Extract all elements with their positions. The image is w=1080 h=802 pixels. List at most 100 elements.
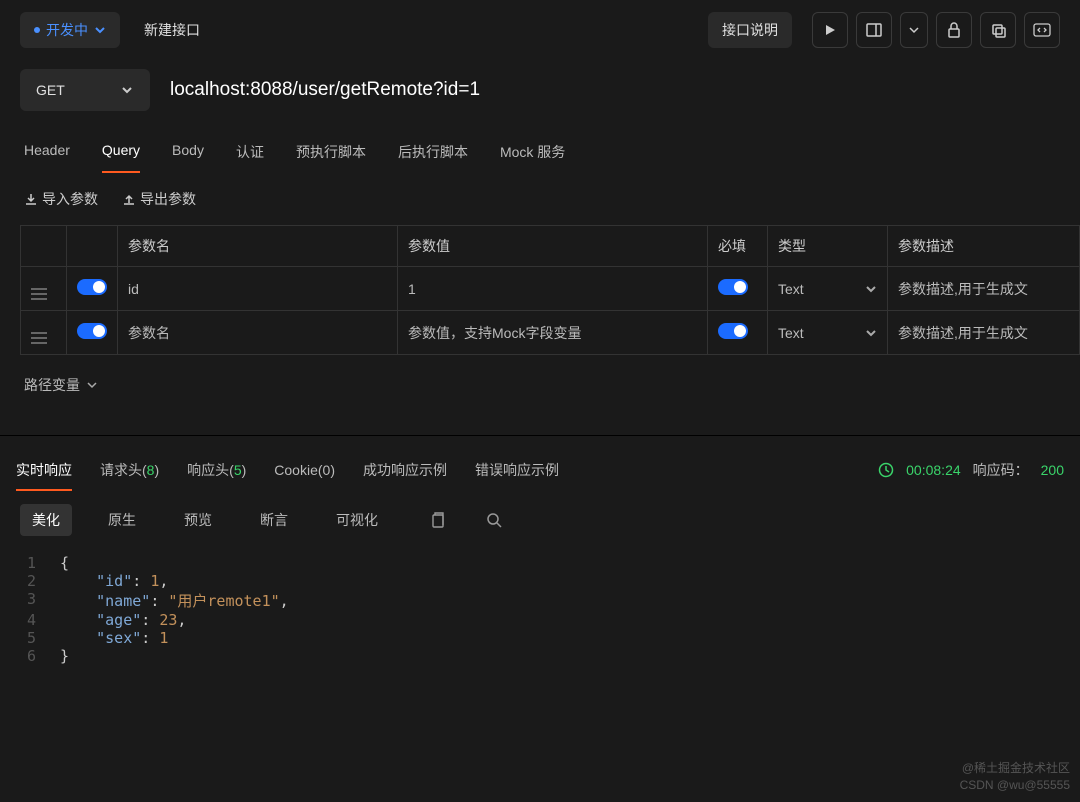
tab-pre-script[interactable]: 预执行脚本 <box>296 132 366 172</box>
vtab-assert[interactable]: 断言 <box>248 504 300 536</box>
tab-header[interactable]: Header <box>24 132 70 172</box>
chevron-down-icon <box>86 379 98 391</box>
layout-icon <box>866 23 882 37</box>
enable-toggle[interactable] <box>77 279 107 295</box>
param-name-cell[interactable]: 参数名 <box>118 311 398 355</box>
lock-button[interactable] <box>936 12 972 48</box>
top-bar: 开发中 新建接口 接口说明 <box>0 0 1080 60</box>
required-toggle[interactable] <box>718 323 748 339</box>
rtab-cookie[interactable]: Cookie(0) <box>274 452 335 488</box>
request-tabs: Header Query Body 认证 预执行脚本 后执行脚本 Mock 服务 <box>0 120 1080 173</box>
required-toggle[interactable] <box>718 279 748 295</box>
header-type: 类型 <box>768 226 888 267</box>
type-value: Text <box>778 325 804 341</box>
code-button[interactable] <box>1024 12 1060 48</box>
toolbar-icons <box>802 12 1060 48</box>
param-name-cell[interactable]: id <box>118 267 398 311</box>
type-select[interactable]: Text <box>778 325 877 341</box>
header-value: 参数值 <box>398 226 708 267</box>
vtab-visual[interactable]: 可视化 <box>324 504 390 536</box>
param-desc-cell[interactable]: 参数描述,用于生成文 <box>888 311 1080 355</box>
tab-post-script[interactable]: 后执行脚本 <box>398 132 468 172</box>
response-time: 00:08:24 <box>906 462 961 478</box>
import-params-button[interactable]: 导入参数 <box>24 189 98 209</box>
url-row: GET <box>0 60 1080 120</box>
type-select[interactable]: Text <box>778 281 877 297</box>
drag-handle-icon[interactable] <box>31 288 47 300</box>
code-line: 3 "name": "用户remote1", <box>0 590 1080 611</box>
param-desc-cell[interactable]: 参数描述,用于生成文 <box>888 267 1080 311</box>
code-label: 响应码： <box>973 460 1029 480</box>
response-tabs: 实时响应 请求头(8) 响应头(5) Cookie(0) 成功响应示例 错误响应… <box>0 436 1080 490</box>
layout-dropdown[interactable] <box>900 12 928 48</box>
method-value: GET <box>36 82 65 98</box>
tab-mock[interactable]: Mock 服务 <box>500 132 565 172</box>
copy-response-button[interactable] <box>430 511 446 529</box>
vtab-pretty[interactable]: 美化 <box>20 504 72 536</box>
table-row: 参数名 参数值，支持Mock字段变量 Text 参数描述,用于生成文 <box>21 311 1080 355</box>
response-body: 1{2 "id": 1,3 "name": "用户remote1",4 "age… <box>0 550 1080 669</box>
watermark: @稀土掘金技术社区 CSDN @wu@55555 <box>960 760 1070 794</box>
code-line: 2 "id": 1, <box>0 572 1080 590</box>
vtab-raw[interactable]: 原生 <box>96 504 148 536</box>
rtab-request-headers[interactable]: 请求头(8) <box>100 450 159 490</box>
copy-button[interactable] <box>980 12 1016 48</box>
tab-auth[interactable]: 认证 <box>236 132 264 172</box>
clock-icon <box>878 462 894 478</box>
tab-body[interactable]: Body <box>172 132 204 172</box>
url-input[interactable] <box>170 79 1060 101</box>
export-label: 导出参数 <box>140 189 196 209</box>
chevron-down-icon <box>865 327 877 339</box>
header-desc: 参数描述 <box>888 226 1080 267</box>
copy-icon <box>430 511 446 529</box>
search-icon <box>486 512 502 528</box>
tab-name: 新建接口 <box>130 12 214 48</box>
chevron-down-icon <box>94 24 106 36</box>
enable-toggle[interactable] <box>77 323 107 339</box>
drag-handle-icon[interactable] <box>31 332 47 344</box>
table-header-row: 参数名 参数值 必填 类型 参数描述 <box>21 226 1080 267</box>
chevron-down-icon <box>120 83 134 97</box>
tab-query[interactable]: Query <box>102 132 140 172</box>
code-icon <box>1033 23 1051 37</box>
download-icon <box>24 192 38 206</box>
desc-button[interactable]: 接口说明 <box>708 12 792 48</box>
path-vars-toggle[interactable]: 路径变量 <box>0 355 1080 415</box>
status-badge[interactable]: 开发中 <box>20 12 120 48</box>
rtab-error-example[interactable]: 错误响应示例 <box>475 450 559 490</box>
chevron-down-icon <box>909 25 919 35</box>
code-line: 5 "sex": 1 <box>0 629 1080 647</box>
code-line: 4 "age": 23, <box>0 611 1080 629</box>
search-response-button[interactable] <box>486 512 502 528</box>
lock-icon <box>947 22 961 38</box>
view-tabs: 美化 原生 预览 断言 可视化 <box>0 490 1080 550</box>
path-vars-label: 路径变量 <box>24 375 80 395</box>
run-button[interactable] <box>812 12 848 48</box>
rtab-success-example[interactable]: 成功响应示例 <box>363 450 447 490</box>
param-actions: 导入参数 导出参数 <box>0 173 1080 225</box>
method-select[interactable]: GET <box>20 69 150 111</box>
upload-icon <box>122 192 136 206</box>
table-row: id 1 Text 参数描述,用于生成文 <box>21 267 1080 311</box>
param-table: 参数名 参数值 必填 类型 参数描述 id 1 Text 参数描述,用于生成文 <box>20 225 1080 355</box>
response-status: 00:08:24 响应码： 200 <box>878 460 1064 480</box>
response-code: 200 <box>1041 462 1064 478</box>
status-label: 开发中 <box>46 20 88 40</box>
code-line: 6} <box>0 647 1080 665</box>
chevron-down-icon <box>865 283 877 295</box>
code-line: 1{ <box>0 554 1080 572</box>
vtab-preview[interactable]: 预览 <box>172 504 224 536</box>
rtab-realtime[interactable]: 实时响应 <box>16 450 72 490</box>
param-value-cell[interactable]: 参数值，支持Mock字段变量 <box>398 311 708 355</box>
header-name: 参数名 <box>118 226 398 267</box>
rtab-response-headers[interactable]: 响应头(5) <box>187 450 246 490</box>
export-params-button[interactable]: 导出参数 <box>122 189 196 209</box>
play-icon <box>823 23 837 37</box>
layout-button[interactable] <box>856 12 892 48</box>
header-required: 必填 <box>708 226 768 267</box>
copy-icon <box>990 22 1006 38</box>
response-area: 实时响应 请求头(8) 响应头(5) Cookie(0) 成功响应示例 错误响应… <box>0 435 1080 669</box>
import-label: 导入参数 <box>42 189 98 209</box>
status-dot <box>34 27 40 33</box>
param-value-cell[interactable]: 1 <box>398 267 708 311</box>
